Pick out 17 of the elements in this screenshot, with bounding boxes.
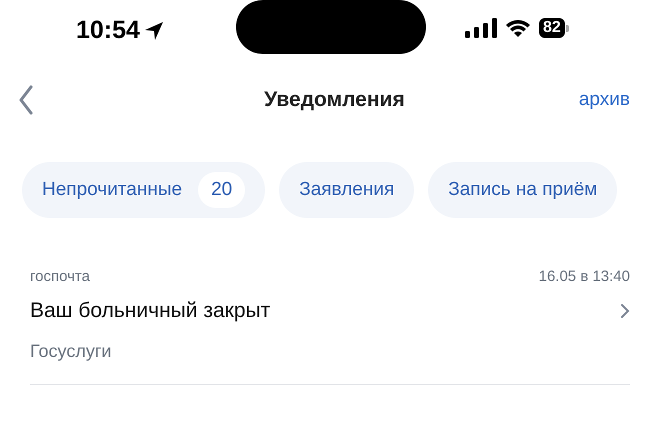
filter-chip[interactable]: Непрочитанные 20 [22,162,266,218]
notification-date: 16.05 в 13:40 [538,268,630,285]
page-title: Уведомления [263,88,405,112]
notification-source: госпочта [30,268,90,285]
filter-chip[interactable]: Заявления [279,162,414,218]
wifi-icon [505,18,531,38]
count-badge: 20 [198,172,246,208]
notification-sender: Госуслуги [30,341,112,362]
notification-title: Ваш больничный закрыт [30,299,270,323]
archive-link[interactable]: архив [578,89,630,111]
signal-icon [465,18,497,38]
status-time: 10:54 [76,16,140,45]
back-button[interactable] [18,85,34,115]
location-arrow-icon [144,20,164,40]
chevron-right-icon [620,303,630,319]
notification-item[interactable]: госпочта 16.05 в 13:40 Ваш больничный закрыт Госуслуги [30,268,630,385]
filter-chip[interactable]: Запись на приём [428,162,618,218]
